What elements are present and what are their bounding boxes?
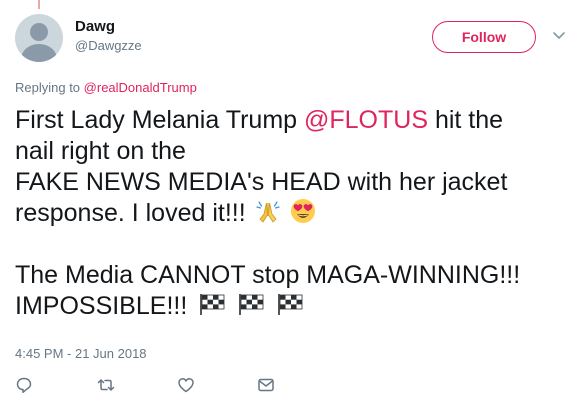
flotus-mention-link[interactable]: @FLOTUS (304, 106, 428, 134)
retweet-icon[interactable] (97, 376, 115, 394)
tweet-text-segment: response. I loved it!!! (15, 199, 246, 227)
chequered-flag-emoji-icon (278, 294, 303, 315)
avatar[interactable] (15, 14, 63, 62)
replying-to-line: Replying to @realDonaldTrump (15, 80, 197, 95)
replying-to-label: Replying to (15, 80, 81, 95)
thread-connector-line (38, 0, 40, 9)
avatar-shoulders-shape (21, 44, 57, 62)
follow-button[interactable]: Follow (432, 21, 536, 53)
tweet-text-segment: IMPOSSIBLE!!! (15, 292, 188, 320)
tweet-line: IMPOSSIBLE!!! (15, 291, 575, 322)
avatar-head-shape (30, 23, 48, 41)
tweet-timestamp[interactable]: 4:45 PM - 21 Jun 2018 (15, 346, 147, 361)
tweet-text-segment: hit the (428, 106, 504, 134)
message-icon[interactable] (257, 376, 275, 394)
heart-eyes-emoji-icon (290, 199, 315, 223)
tweet-line: FAKE NEWS MEDIA's HEAD with her jacket (15, 168, 508, 196)
reply-icon[interactable] (15, 376, 33, 394)
tweet-line: The Media CANNOT stop MAGA-WINNING!!! (15, 261, 521, 289)
folded-hands-emoji-icon (256, 201, 280, 223)
chequered-flag-emoji-icon (239, 294, 264, 315)
tweet-line: First Lady Melania Trump @FLOTUS hit the (15, 105, 575, 136)
tweet-line: nail right on the (15, 137, 186, 165)
user-info: Dawg @Dawgzze (75, 18, 142, 55)
user-handle[interactable]: @Dawgzze (75, 37, 142, 55)
chevron-down-icon[interactable] (552, 30, 566, 42)
tweet-line: response. I loved it!!! (15, 198, 575, 229)
replying-to-mention-link[interactable]: @realDonaldTrump (84, 80, 197, 95)
chequered-flag-emoji-icon (200, 294, 225, 315)
tweet-text-segment: First Lady Melania Trump (15, 106, 304, 134)
tweet-text: First Lady Melania Trump @FLOTUS hit the… (15, 105, 575, 322)
like-icon[interactable] (177, 376, 195, 394)
display-name[interactable]: Dawg (75, 18, 142, 36)
